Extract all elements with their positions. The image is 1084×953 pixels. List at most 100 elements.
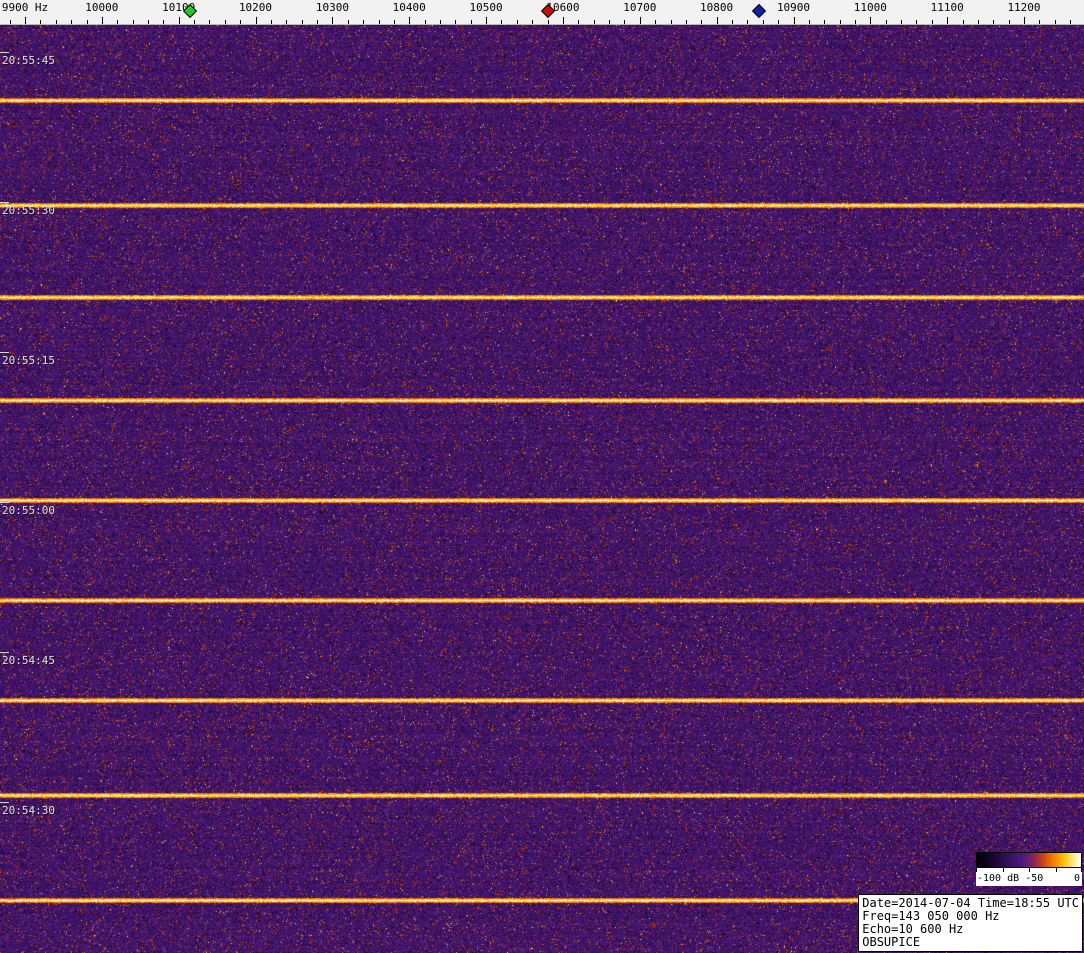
freq-tick bbox=[347, 20, 349, 24]
freq-tick bbox=[501, 20, 503, 24]
freq-label: 11000 bbox=[853, 1, 887, 14]
freq-tick bbox=[9, 20, 11, 24]
freq-tick bbox=[25, 17, 26, 24]
freq-tick bbox=[1039, 20, 1041, 24]
time-tick bbox=[0, 652, 9, 653]
freq-tick bbox=[440, 20, 441, 24]
freq-tick bbox=[363, 20, 365, 24]
freq-tick bbox=[593, 20, 595, 24]
freq-tick bbox=[332, 17, 334, 24]
freq-tick bbox=[194, 20, 196, 24]
freq-tick bbox=[455, 20, 457, 24]
freq-tick bbox=[993, 20, 995, 24]
freq-label: 10800 bbox=[700, 1, 734, 14]
freq-tick bbox=[1070, 20, 1072, 24]
freq-tick bbox=[931, 20, 933, 24]
time-tick bbox=[0, 502, 9, 503]
freq-tick bbox=[224, 20, 226, 24]
freq-tick bbox=[547, 20, 549, 24]
freq-tick bbox=[762, 20, 764, 24]
freq-tick bbox=[470, 20, 472, 24]
freq-tick bbox=[1024, 17, 1025, 24]
color-scale-gradient bbox=[976, 852, 1082, 868]
freq-tick bbox=[286, 20, 288, 24]
freq-tick bbox=[885, 20, 887, 24]
freq-tick bbox=[516, 20, 518, 24]
freq-tick bbox=[240, 20, 242, 24]
freq-label: 10200 bbox=[238, 1, 273, 14]
time-label: 20:54:45 bbox=[2, 654, 55, 667]
freq-tick bbox=[685, 20, 687, 24]
freq-tick bbox=[71, 20, 73, 24]
freq-tick bbox=[255, 17, 257, 24]
freq-tick bbox=[1008, 20, 1010, 24]
freq-tick bbox=[977, 20, 979, 24]
freq-tick bbox=[962, 20, 964, 24]
freq-tick bbox=[732, 20, 733, 24]
freq-label: 9900 Hz bbox=[1, 1, 49, 14]
freq-tick bbox=[824, 20, 826, 24]
info-station-name: OBSUPICE bbox=[862, 935, 921, 949]
freq-tick bbox=[916, 20, 918, 24]
freq-tick bbox=[40, 20, 42, 24]
spectrogram-canvas[interactable] bbox=[0, 25, 1084, 953]
freq-tick bbox=[270, 20, 272, 24]
frequency-ruler[interactable]: 9900 Hz 10000 10100 10200 10300 10400 10500 106… bbox=[0, 0, 1084, 25]
freq-tick bbox=[101, 17, 103, 24]
freq-tick bbox=[808, 20, 810, 24]
freq-tick bbox=[609, 20, 610, 24]
freq-tick bbox=[624, 20, 626, 24]
info-box: Date=2014-07-04 Time=18:55 UTC Freq=143 … bbox=[858, 894, 1083, 952]
spectrogram-waterfall-app: 9900 Hz 10000 10100 10200 10300 10400 10500 106… bbox=[0, 0, 1084, 953]
freq-tick bbox=[393, 20, 395, 24]
freq-tick bbox=[209, 20, 211, 24]
freq-tick bbox=[947, 17, 949, 24]
time-label: 20:54:30 bbox=[2, 804, 55, 817]
freq-tick bbox=[424, 20, 426, 24]
time-tick bbox=[0, 352, 9, 353]
freq-label: 10000 bbox=[85, 1, 119, 14]
freq-tick bbox=[178, 17, 180, 24]
freq-label: 10500 bbox=[469, 1, 503, 14]
freq-tick bbox=[163, 20, 165, 24]
time-tick bbox=[0, 202, 9, 203]
freq-tick bbox=[86, 20, 88, 24]
freq-label: 10900 bbox=[776, 1, 811, 14]
freq-tick bbox=[148, 20, 149, 24]
time-tick bbox=[0, 52, 9, 53]
freq-tick bbox=[901, 20, 902, 24]
time-label: 20:55:00 bbox=[2, 504, 55, 517]
freq-tick bbox=[532, 20, 534, 24]
freq-tick bbox=[132, 20, 134, 24]
color-scale-labels: -100 dB -50 0 bbox=[976, 872, 1082, 886]
freq-tick bbox=[1054, 20, 1056, 24]
freq-tick bbox=[839, 20, 841, 24]
time-label: 20:55:30 bbox=[2, 204, 55, 217]
time-label: 20:55:45 bbox=[2, 54, 55, 67]
freq-label: 11200 bbox=[1007, 1, 1041, 14]
freq-tick bbox=[117, 20, 119, 24]
freq-tick bbox=[301, 20, 303, 24]
waterfall-plot: 20:55:45 20:55:30 20:55:15 20:55:00 20:54:45… bbox=[0, 25, 1084, 953]
legend-min-label: -100 dB bbox=[977, 873, 1020, 884]
freq-label: 10300 bbox=[315, 1, 349, 14]
time-tick bbox=[0, 802, 9, 803]
legend-max-label: 0 bbox=[1073, 873, 1080, 884]
freq-tick bbox=[701, 20, 703, 24]
freq-tick bbox=[578, 20, 580, 24]
freq-label: 10700 bbox=[623, 1, 657, 14]
marker-blue-diamond-icon[interactable] bbox=[751, 3, 766, 19]
freq-tick bbox=[778, 20, 780, 24]
freq-label: 10400 bbox=[392, 1, 426, 14]
freq-tick bbox=[793, 17, 795, 24]
freq-tick bbox=[716, 17, 718, 24]
freq-tick bbox=[409, 17, 411, 24]
freq-tick bbox=[747, 20, 749, 24]
color-scale-legend: -100 dB -50 0 bbox=[976, 852, 1082, 886]
time-label: 20:55:15 bbox=[2, 354, 55, 367]
legend-mid-label: -50 bbox=[1025, 873, 1044, 884]
freq-label: 11100 bbox=[930, 1, 964, 14]
freq-tick bbox=[670, 20, 672, 24]
freq-tick bbox=[870, 17, 872, 24]
freq-tick bbox=[562, 17, 564, 24]
